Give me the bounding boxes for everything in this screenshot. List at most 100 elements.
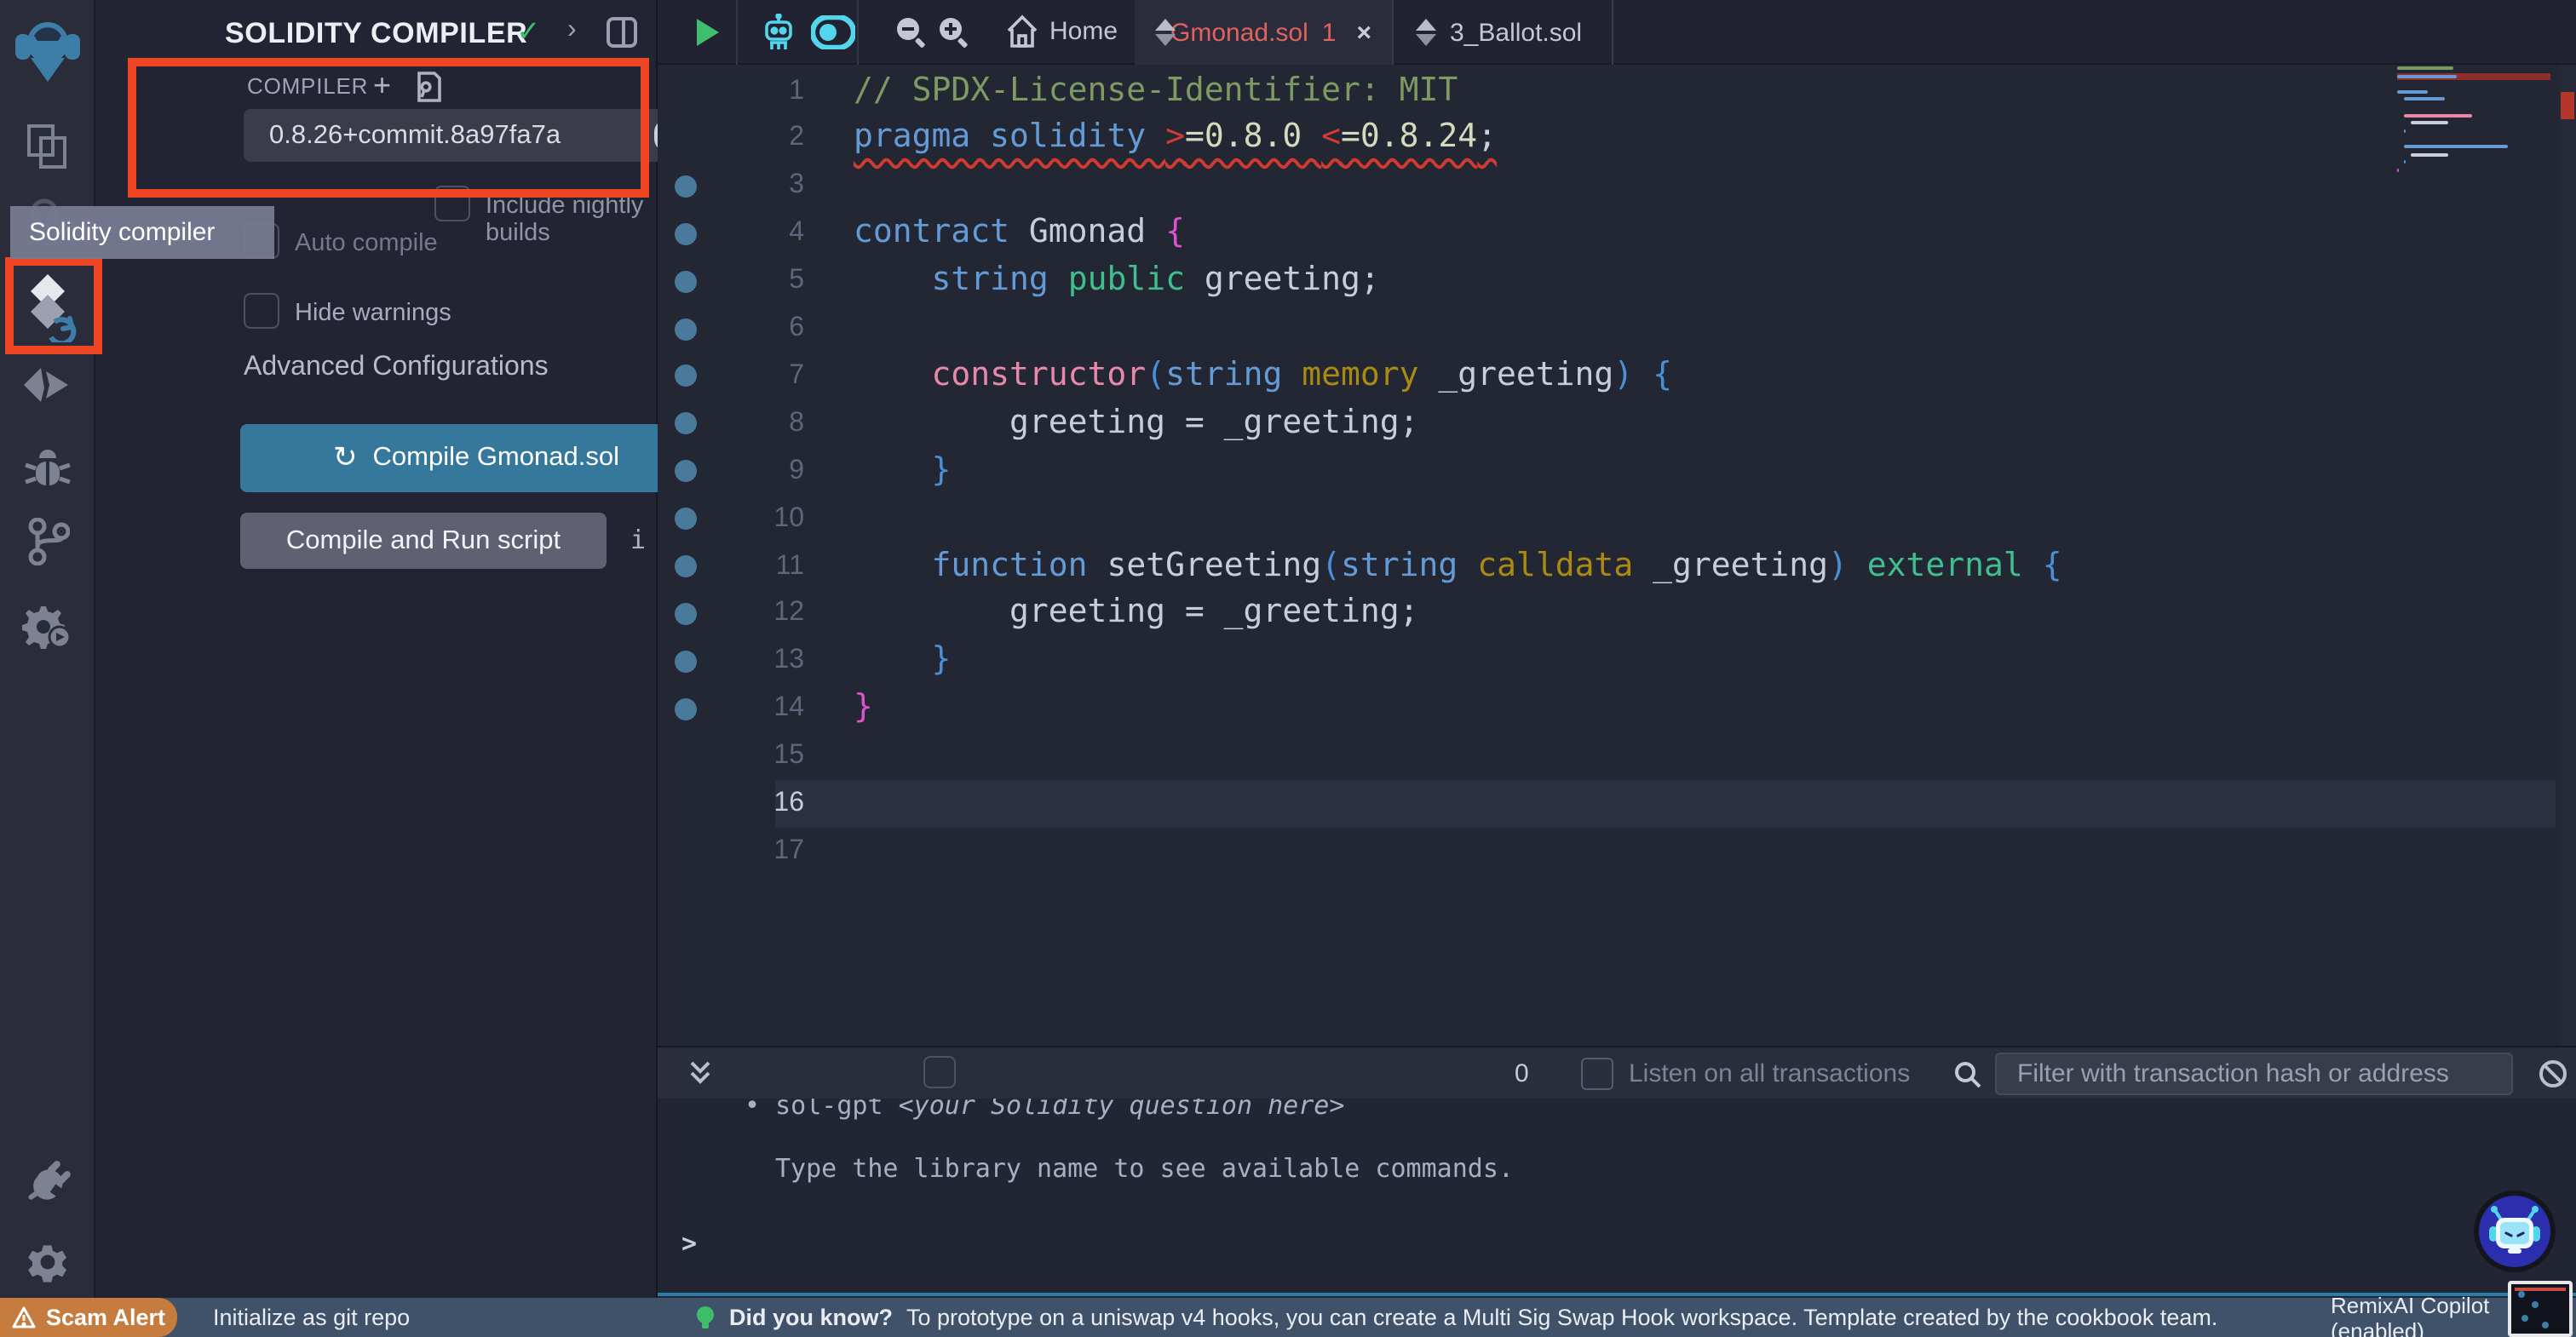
- minimap-line: [2404, 129, 2406, 133]
- compile-and-run-label: Compile and Run script: [285, 525, 561, 554]
- editor-scrollbar[interactable]: [2559, 65, 2576, 1046]
- line-number[interactable]: 10: [702, 495, 804, 542]
- code-editor[interactable]: 1 2 3 4 5 6 7 8 9 10 11 12 13 14 15 16 17 // SPDX-Licens…: [658, 65, 2576, 1046]
- scam-alert-label: Scam Alert: [45, 1305, 166, 1330]
- gutter-breakpoint-dot[interactable]: [675, 175, 697, 198]
- tab-bar: Home Gmonad.sol 1 × 3_Ballot.sol: [658, 0, 2576, 65]
- line-number[interactable]: 3: [702, 163, 804, 210]
- gutter-breakpoint-dot[interactable]: [675, 650, 697, 673]
- line-number[interactable]: 12: [702, 590, 804, 638]
- line-number[interactable]: 17: [702, 828, 804, 875]
- line-number[interactable]: 1: [702, 67, 804, 115]
- solidity-compiler-tooltip: Solidity compiler: [10, 206, 274, 259]
- zoom-in-icon[interactable]: [937, 15, 971, 58]
- line-number[interactable]: 5: [702, 257, 804, 305]
- line-number[interactable]: 13: [702, 638, 804, 686]
- minimap-line: [2411, 152, 2449, 157]
- terminal-output[interactable]: • sol-gpt <your Solidity question here> …: [658, 1090, 2576, 1298]
- line-number[interactable]: 8: [702, 400, 804, 448]
- info-icon[interactable]: i: [630, 525, 646, 555]
- tab-gmonad[interactable]: Gmonad.sol 1 ×: [1135, 0, 1394, 65]
- run-script-icon[interactable]: [690, 15, 724, 58]
- advanced-configurations-label[interactable]: Advanced Configurations: [244, 353, 549, 383]
- minimap-line: [2411, 121, 2449, 125]
- copilot-toggle-icon[interactable]: [809, 14, 857, 58]
- line-number[interactable]: 14: [702, 685, 804, 732]
- minimap-line: [2404, 113, 2473, 118]
- plugin-manager-icon[interactable]: [0, 1151, 95, 1206]
- split-panel-icon[interactable]: [605, 15, 639, 49]
- git-init-label[interactable]: Initialize as git repo: [213, 1305, 410, 1330]
- line-number[interactable]: 11: [702, 542, 804, 590]
- tooltip-text: Solidity compiler: [29, 218, 216, 247]
- gutter-breakpoint-dot[interactable]: [675, 222, 697, 245]
- gutter-breakpoint-dot[interactable]: [675, 555, 697, 577]
- terminal-search-icon[interactable]: [1954, 1061, 1981, 1088]
- transaction-filter-input[interactable]: [1995, 1053, 2513, 1095]
- line-number[interactable]: 2: [702, 115, 804, 163]
- remix-ide-window: SOLIDITY COMPILER ✓ › COMPILER + 0.8.26+…: [0, 0, 2576, 1337]
- lightbulb-icon: [697, 1306, 714, 1328]
- terminal-toolbar: 0 Listen on all transactions: [658, 1046, 2576, 1099]
- gutter-breakpoint-dot[interactable]: [675, 270, 697, 293]
- current-line-highlight: [775, 780, 2556, 828]
- debugger-icon[interactable]: [0, 446, 95, 497]
- remix-ai-assistant-button[interactable]: [2474, 1191, 2556, 1272]
- annotation-box-compiler: [128, 58, 649, 198]
- include-nightly-label: Include nightly builds: [486, 192, 644, 247]
- code-line: }: [854, 688, 873, 726]
- gutter-breakpoint-dot[interactable]: [675, 412, 697, 435]
- code-line: function setGreeting(string calldata _gr…: [854, 546, 2062, 583]
- line-number[interactable]: 15: [702, 732, 804, 780]
- minimap-line: [2397, 66, 2453, 70]
- tab-gmonad-error-badge: 1: [1321, 18, 1337, 47]
- code-line: }: [854, 640, 952, 679]
- file-explorer-icon[interactable]: [0, 119, 95, 174]
- code-line: constructor(string memory _greeting) {: [854, 355, 1673, 393]
- gutter-breakpoint-dot[interactable]: [675, 364, 697, 387]
- scam-alert-badge[interactable]: Scam Alert: [0, 1298, 177, 1337]
- clear-console-icon[interactable]: [2539, 1059, 2567, 1088]
- compile-button[interactable]: ↻ Compile Gmonad.sol: [240, 424, 712, 492]
- listen-transactions-checkbox[interactable]: [1581, 1057, 1613, 1089]
- minimap-line: [2397, 74, 2457, 78]
- gutter-breakpoint-dot[interactable]: [675, 318, 697, 340]
- collapse-terminal-icon[interactable]: [688, 1059, 712, 1087]
- line-number[interactable]: 16: [702, 780, 804, 828]
- settings-icon[interactable]: [0, 1237, 95, 1288]
- tab-close-icon[interactable]: ×: [1356, 18, 1371, 47]
- gutter-breakpoint-dot[interactable]: [675, 508, 697, 531]
- warning-icon: [12, 1306, 36, 1328]
- panel-title: SOLIDITY COMPILER: [225, 17, 528, 49]
- gutter-breakpoint-dot[interactable]: [675, 460, 697, 483]
- editor-minimap[interactable]: [2397, 66, 2550, 407]
- deploy-run-icon[interactable]: [0, 364, 95, 412]
- terminal-resize-handle[interactable]: [658, 1293, 2576, 1296]
- line-number[interactable]: 4: [702, 209, 804, 257]
- gutter-breakpoint-dot[interactable]: [675, 602, 697, 625]
- screenshot-thumbnail[interactable]: [2508, 1281, 2573, 1337]
- zoom-out-icon[interactable]: [894, 15, 929, 58]
- line-number[interactable]: 9: [702, 447, 804, 495]
- tab-ballot-label: 3_Ballot.sol: [1450, 18, 1583, 47]
- tab-gmonad-label: Gmonad.sol: [1170, 18, 1308, 47]
- code-line: string public greeting;: [854, 261, 1380, 299]
- line-number[interactable]: 7: [702, 353, 804, 400]
- minimap-line: [2397, 168, 2400, 172]
- auto-compile-label: Auto compile: [295, 230, 438, 257]
- tab-ballot[interactable]: 3_Ballot.sol: [1395, 0, 1613, 65]
- home-tab-label[interactable]: Home: [1049, 17, 1118, 46]
- git-icon[interactable]: [0, 516, 95, 567]
- line-number[interactable]: 6: [702, 305, 804, 353]
- gutter-breakpoint-dot[interactable]: [675, 697, 697, 720]
- status-bar: Scam Alert Initialize as git repo Did yo…: [0, 1292, 2576, 1337]
- ai-robot-icon[interactable]: [760, 13, 797, 61]
- home-icon[interactable]: [1005, 14, 1039, 58]
- plugin-runner-icon[interactable]: [0, 600, 95, 654]
- annotation-box-compiler-icon: [5, 257, 102, 354]
- compile-and-run-button[interactable]: Compile and Run script: [240, 513, 607, 569]
- remix-logo-icon[interactable]: [0, 10, 95, 89]
- chevron-right-icon[interactable]: ›: [567, 15, 577, 46]
- minimap-line: [2397, 89, 2428, 94]
- hide-warnings-checkbox[interactable]: [244, 293, 279, 329]
